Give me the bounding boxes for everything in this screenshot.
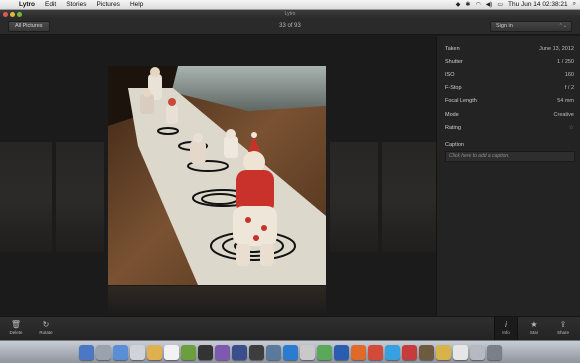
menu-edit[interactable]: Edit <box>40 1 61 8</box>
info-row-taken: Taken June 13, 2012 <box>445 45 574 52</box>
skype-icon[interactable] <box>384 344 400 360</box>
picture-reflection <box>108 286 326 316</box>
calendar-icon[interactable] <box>163 344 179 360</box>
caption-label: Caption <box>445 142 464 149</box>
word-icon[interactable] <box>333 344 349 360</box>
menu-help[interactable]: Help <box>125 1 148 8</box>
menu-bar: Lytro Edit Stories Pictures Help ◆ ✱ ◠ ◀… <box>0 0 580 10</box>
share-button[interactable]: ⇪ Share <box>551 320 575 335</box>
photo-booth-icon[interactable] <box>197 344 213 360</box>
trash-icon: 🗑︎ <box>10 320 22 329</box>
menu-pictures[interactable]: Pictures <box>91 1 124 8</box>
star-icon: ★ <box>530 320 538 329</box>
finder-icon[interactable] <box>78 344 94 360</box>
mail-icon[interactable] <box>129 344 145 360</box>
dropbox-icon[interactable]: ◆ <box>456 1 461 8</box>
info-panel: Taken June 13, 2012 Shutter 1 / 250 ISO … <box>436 36 580 316</box>
previous-picture-thumbnail[interactable] <box>0 142 52 252</box>
window-title: Lytro <box>284 11 296 17</box>
launchpad-icon[interactable] <box>95 344 111 360</box>
system-preferences-icon[interactable] <box>299 344 315 360</box>
info-row-focal-length: Focal Length 54 mm <box>445 98 574 105</box>
downloads-stack-icon[interactable] <box>469 344 485 360</box>
app-store-icon[interactable] <box>231 344 247 360</box>
star-icon[interactable]: ☆ <box>569 124 574 131</box>
itunes-icon[interactable] <box>214 344 230 360</box>
terminal-icon[interactable] <box>248 344 264 360</box>
wifi-icon[interactable]: ◠ <box>475 1 480 8</box>
window-title-bar: Lytro <box>0 10 580 18</box>
star-button[interactable]: ★ Star <box>522 320 546 335</box>
chevron-updown-icon: ⌃⌄ <box>558 23 567 29</box>
rating-stars[interactable]: ☆ <box>569 124 574 131</box>
acrobat-icon[interactable] <box>401 344 417 360</box>
bluetooth-icon[interactable]: ✱ <box>465 1 470 8</box>
all-pictures-button[interactable]: All Pictures <box>8 21 50 32</box>
living-picture[interactable] <box>108 66 326 285</box>
top-toolbar: All Pictures 33 of 93 Sign in ⌃⌄ <box>0 18 580 35</box>
close-window-button[interactable] <box>3 11 8 17</box>
battery-icon[interactable]: ▭ <box>497 1 503 8</box>
info-button[interactable]: i Info <box>494 317 518 341</box>
next-picture-thumbnail[interactable] <box>382 142 436 252</box>
info-row-rating: Rating ☆ <box>445 121 574 134</box>
menu-app-lytro[interactable]: Lytro <box>14 1 40 8</box>
documents-stack-icon[interactable] <box>452 344 468 360</box>
lytro-icon[interactable] <box>418 344 434 360</box>
clown-figurines-photo <box>108 66 326 285</box>
bottom-toolbar: 🗑︎ Delete ↻ Rotate i Info ★ Star ⇪ Share <box>0 316 580 341</box>
dock <box>0 340 580 363</box>
xcode-icon[interactable] <box>282 344 298 360</box>
info-row-fstop: F-Stop f / 2 <box>445 85 574 92</box>
delete-button[interactable]: 🗑︎ Delete <box>4 320 28 335</box>
zoom-window-button[interactable] <box>17 11 22 17</box>
rotate-icon: ↻ <box>42 320 50 329</box>
volume-icon[interactable]: ◀) <box>486 1 493 8</box>
spotlight-search-icon[interactable]: ⌕ <box>573 1 576 8</box>
chrome-icon[interactable] <box>367 344 383 360</box>
share-icon: ⇪ <box>559 320 567 329</box>
previous-picture-thumbnail[interactable] <box>56 142 104 252</box>
sign-in-dropdown[interactable]: Sign in ⌃⌄ <box>490 21 572 32</box>
preview-icon[interactable] <box>265 344 281 360</box>
contacts-icon[interactable] <box>146 344 162 360</box>
picture-viewer[interactable] <box>0 36 436 316</box>
facetime-icon[interactable] <box>316 344 332 360</box>
notes-icon[interactable] <box>180 344 196 360</box>
rotate-button[interactable]: ↻ Rotate <box>34 320 58 335</box>
trash-icon[interactable] <box>486 344 502 360</box>
rating-label: Rating <box>445 124 461 131</box>
info-icon: i <box>505 320 507 329</box>
next-picture-thumbnail[interactable] <box>330 142 378 252</box>
safari-icon[interactable] <box>112 344 128 360</box>
stickies-icon[interactable] <box>435 344 451 360</box>
clock[interactable]: Thu Jun 14 02:38:21 <box>508 1 568 8</box>
firefox-icon[interactable] <box>350 344 366 360</box>
info-row-mode: Mode Creative <box>445 111 574 118</box>
caption-input[interactable]: Click here to add a caption. <box>445 151 575 163</box>
menu-stories[interactable]: Stories <box>61 1 91 8</box>
info-row-shutter: Shutter 1 / 250 <box>445 58 574 65</box>
minimize-window-button[interactable] <box>10 11 15 17</box>
sign-in-label: Sign in <box>496 23 513 29</box>
info-row-iso: ISO 160 <box>445 71 574 78</box>
